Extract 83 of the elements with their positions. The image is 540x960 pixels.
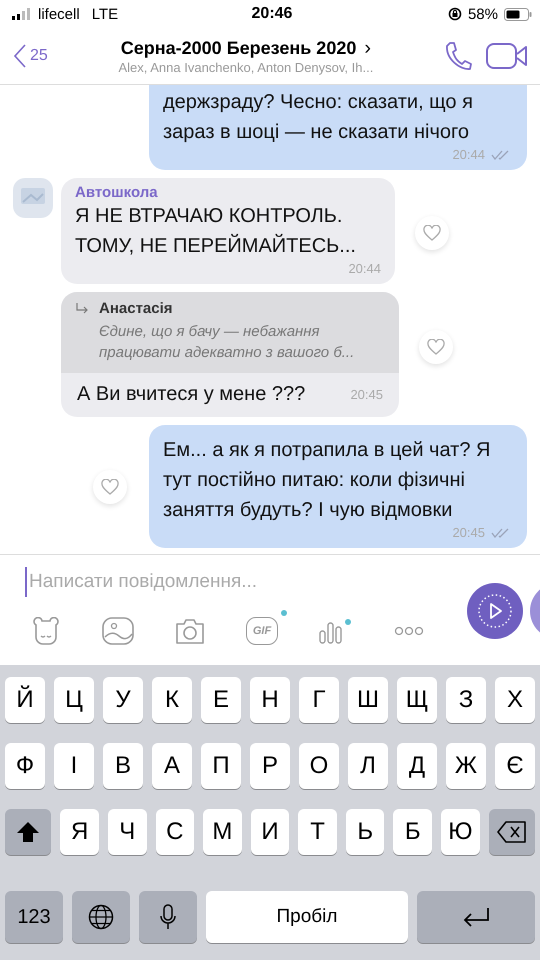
signal-icon — [12, 8, 32, 20]
shift-arrow-icon — [16, 821, 40, 843]
letter-key[interactable]: Е — [201, 677, 241, 723]
sender-name: Автошкола — [75, 184, 159, 201]
letter-key[interactable]: К — [152, 677, 192, 723]
globe-key[interactable] — [72, 891, 130, 943]
letter-key[interactable]: Є — [495, 743, 535, 789]
letter-key[interactable]: М — [203, 809, 242, 855]
letter-key[interactable]: Ф — [5, 743, 45, 789]
double-check-icon — [491, 150, 511, 160]
microphone-icon — [159, 904, 177, 930]
play-icon — [477, 593, 513, 629]
like-button[interactable] — [93, 470, 127, 504]
phone-icon[interactable] — [444, 41, 472, 71]
clock-time: 20:46 — [252, 5, 292, 23]
backspace-icon — [496, 821, 527, 843]
message-time: 20:44 — [348, 261, 381, 276]
quote-author: Анастасія — [99, 300, 173, 317]
letter-key[interactable]: Я — [60, 809, 99, 855]
like-button[interactable] — [419, 330, 453, 364]
message-text: Ем... а як я потрапила в цей чат? Я тут постійно питаю: коли фізичні заняття будуть? І чую відмовки — [163, 438, 492, 523]
letter-key[interactable]: А — [152, 743, 192, 789]
letter-key[interactable]: Й — [5, 677, 45, 723]
battery-icon — [504, 8, 532, 20]
network-type: LTE — [92, 6, 118, 22]
letter-key[interactable]: Т — [298, 809, 337, 855]
quoted-message[interactable]: Анастасія Єдине, що я бачу — небажання працювати адекватно з вашого б... — [61, 292, 399, 373]
quote-text: Єдине, що я бачу — небажання працювати адекватно з вашого б... — [98, 322, 356, 363]
numbers-key[interactable]: 123 — [5, 891, 63, 943]
letter-key[interactable]: Ш — [348, 677, 388, 723]
letter-key[interactable]: Г — [299, 677, 339, 723]
heart-icon — [427, 339, 445, 355]
heart-icon — [101, 478, 119, 494]
letter-key[interactable]: І — [54, 743, 94, 789]
dictation-key[interactable] — [139, 891, 197, 943]
rotation-lock-icon — [448, 7, 462, 21]
letter-key[interactable]: И — [250, 809, 290, 855]
backspace-key[interactable] — [488, 809, 535, 855]
heart-icon — [423, 225, 441, 241]
shift-key[interactable] — [5, 809, 52, 855]
title-chevron[interactable]: › — [364, 37, 372, 60]
letter-key[interactable]: У — [103, 677, 143, 723]
letter-key[interactable]: Б — [393, 809, 432, 855]
message-time: 20:45 — [452, 525, 485, 540]
globe-icon — [88, 904, 114, 930]
chat-title[interactable]: Серна-2000 Березень 2020 — [120, 38, 356, 59]
video-camera-icon[interactable] — [486, 42, 528, 70]
chat-members: Alex, Anna Ivanchenko, Anton Denysov, Ih... — [118, 60, 374, 75]
reply-arrow-icon — [75, 302, 89, 314]
space-key[interactable]: Пробіл — [206, 891, 408, 943]
letter-key[interactable]: Ц — [54, 677, 94, 723]
letter-key[interactable]: П — [201, 743, 241, 789]
letter-key[interactable]: Щ — [397, 677, 437, 723]
letter-key[interactable]: О — [299, 743, 339, 789]
more-icon[interactable] — [394, 626, 424, 636]
message-time: 20:45 — [350, 386, 383, 402]
letter-key[interactable]: Х — [495, 677, 535, 723]
letter-key[interactable]: Ь — [346, 809, 384, 855]
message-time: 20:44 — [452, 147, 485, 162]
letter-key[interactable]: Д — [397, 743, 437, 789]
camera-icon[interactable] — [174, 617, 206, 645]
letter-key[interactable]: Ч — [108, 809, 147, 855]
letter-key[interactable]: В — [103, 743, 143, 789]
letter-key[interactable]: Н — [250, 677, 290, 723]
letter-key[interactable]: Л — [348, 743, 388, 789]
return-arrow-icon — [462, 907, 490, 927]
audio-bars-icon[interactable] — [318, 617, 354, 645]
message-text: А Ви вчитеся у мене ??? — [77, 382, 306, 407]
notification-dot — [281, 610, 287, 616]
battery-percent: 58% — [468, 6, 498, 22]
back-button[interactable]: 25 — [14, 44, 48, 68]
chevron-left-icon — [14, 44, 26, 68]
double-check-icon — [491, 528, 511, 538]
like-button[interactable] — [415, 216, 449, 250]
letter-key[interactable]: С — [156, 809, 194, 855]
letter-key[interactable]: Ю — [441, 809, 480, 855]
letter-key[interactable]: З — [446, 677, 486, 723]
letter-key[interactable]: Ж — [446, 743, 486, 789]
gallery-icon[interactable] — [102, 617, 134, 645]
letter-key[interactable]: Р — [250, 743, 290, 789]
message-text: держзраду? Чесно: сказати, що я зараз в шоці — не сказати нічого — [163, 90, 474, 145]
carrier-name: lifecell — [38, 6, 80, 22]
message-text: Я НЕ ВТРАЧАЮ КОНТРОЛЬ. ТОМУ, НЕ ПЕРЕЙМАЙТЕСЬ... — [75, 204, 357, 259]
